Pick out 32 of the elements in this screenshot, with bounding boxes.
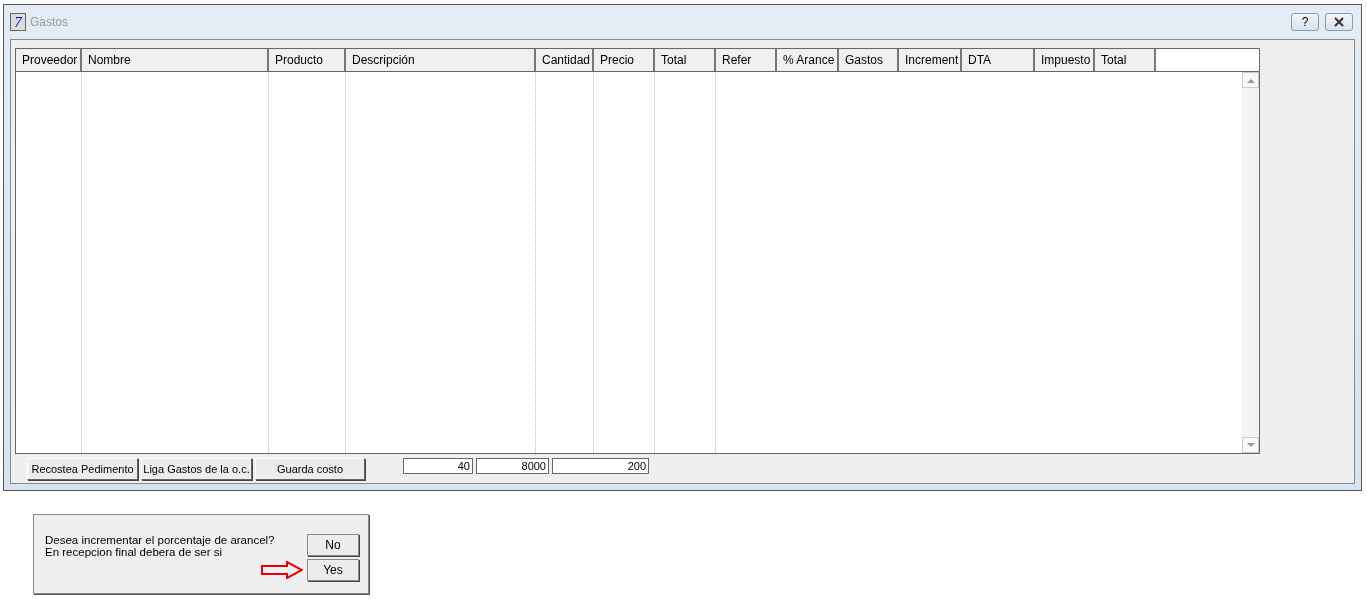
action-button[interactable]: Liga Gastos de la o.c. xyxy=(141,458,252,480)
action-button[interactable]: Guarda costo xyxy=(255,458,365,480)
total-field[interactable]: 200 xyxy=(552,458,649,474)
dialog-button[interactable]: No xyxy=(307,534,359,556)
column-header[interactable]: Total xyxy=(1095,49,1156,71)
close-icon xyxy=(1333,17,1345,27)
help-button[interactable]: ? xyxy=(1291,13,1319,31)
total-field[interactable]: 40 xyxy=(403,458,473,474)
action-button[interactable]: Recostea Pedimento xyxy=(27,458,138,480)
column-header[interactable]: Proveedor xyxy=(16,49,82,71)
column-header[interactable]: Increment xyxy=(899,49,962,71)
vertical-scrollbar[interactable] xyxy=(1242,72,1259,453)
column-header[interactable]: Refer xyxy=(716,49,777,71)
column-header[interactable]: Cantidad xyxy=(536,49,594,71)
column-header[interactable]: Precio xyxy=(594,49,655,71)
column-header[interactable]: Nombre xyxy=(82,49,269,71)
dialog-button[interactable]: Yes xyxy=(307,559,359,581)
column-header[interactable]: Total xyxy=(655,49,716,71)
dialog-message: Desea incrementar el porcentaje de arancel? xyxy=(45,534,276,546)
scroll-up-icon xyxy=(1246,77,1255,83)
column-header[interactable]: Producto xyxy=(269,49,346,71)
total-field[interactable]: 8000 xyxy=(476,458,549,474)
column-header[interactable]: DTA xyxy=(962,49,1035,71)
column-header[interactable]: Impuesto xyxy=(1035,49,1095,71)
close-button[interactable] xyxy=(1325,13,1353,31)
window-title: Gastos xyxy=(30,15,68,29)
column-header[interactable]: Descripción xyxy=(346,49,536,71)
scroll-down-icon xyxy=(1246,442,1255,448)
app-icon: 7 xyxy=(10,13,26,31)
dialog-message: En recepcion final debera de ser si xyxy=(45,546,224,558)
column-header[interactable]: Gastos xyxy=(839,49,899,71)
column-header[interactable]: % Arance xyxy=(777,49,839,71)
